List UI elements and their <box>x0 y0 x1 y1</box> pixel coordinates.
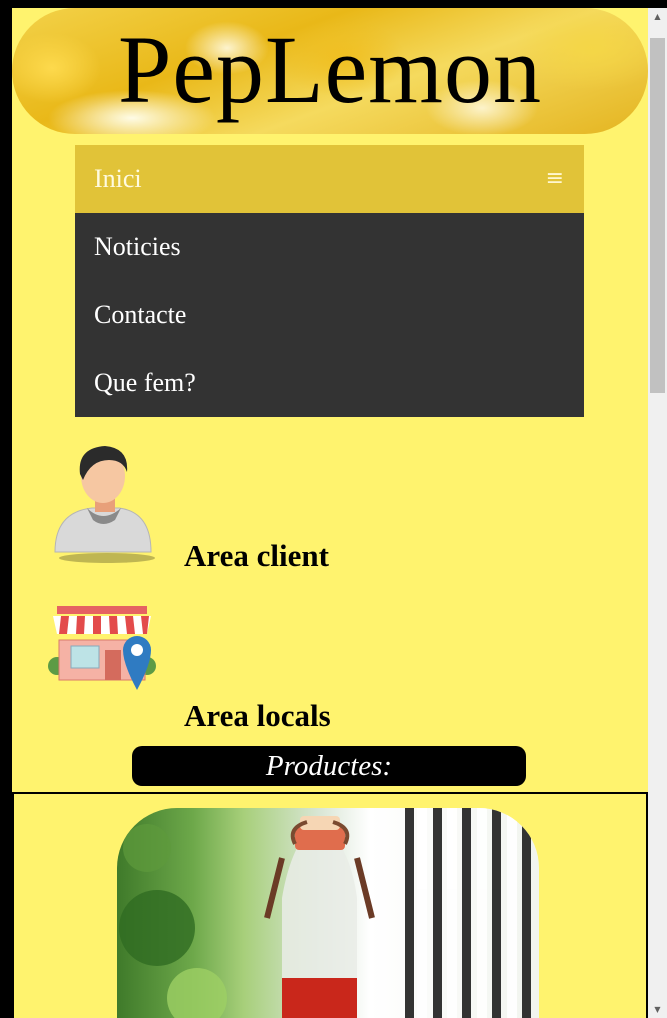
product-image-graphic <box>119 808 531 1018</box>
vertical-scrollbar[interactable]: ▲ ▼ <box>648 8 667 1018</box>
nav-item-que-fem[interactable]: Que fem? <box>75 349 584 417</box>
scroll-up-arrow-icon[interactable]: ▲ <box>648 8 667 25</box>
nav-item-label: Noticies <box>94 232 181 261</box>
nav-item-label: Que fem? <box>94 368 196 397</box>
user-avatar-icon[interactable] <box>47 440 157 565</box>
area-client-label: Area client <box>184 538 329 573</box>
page-viewport: PepLemon Inici ≡ Noticies Contacte Que f… <box>12 8 648 1018</box>
area-client-link[interactable]: Area client <box>47 440 607 573</box>
hamburger-icon[interactable]: ≡ <box>546 145 564 213</box>
nav-item-label: Contacte <box>94 300 187 329</box>
products-heading: Productes: <box>132 746 526 786</box>
nav-item-label: Inici <box>94 164 142 193</box>
shop-location-icon[interactable] <box>47 604 157 704</box>
area-locals-label: Area locals <box>184 698 331 733</box>
scrollbar-thumb[interactable] <box>650 38 665 393</box>
nav-item-contacte[interactable]: Contacte <box>75 281 584 349</box>
scroll-down-arrow-icon[interactable]: ▼ <box>648 1001 667 1018</box>
site-title: PepLemon <box>118 16 542 123</box>
nav-item-noticies[interactable]: Noticies <box>75 213 584 281</box>
bottle-product-image[interactable] <box>117 808 539 1018</box>
area-locals-link[interactable]: Area locals <box>47 604 607 734</box>
nav-item-inici[interactable]: Inici ≡ <box>75 145 584 213</box>
main-nav: Inici ≡ Noticies Contacte Que fem? <box>75 145 584 417</box>
product-section <box>12 792 648 1018</box>
header-banner: PepLemon <box>12 8 648 134</box>
